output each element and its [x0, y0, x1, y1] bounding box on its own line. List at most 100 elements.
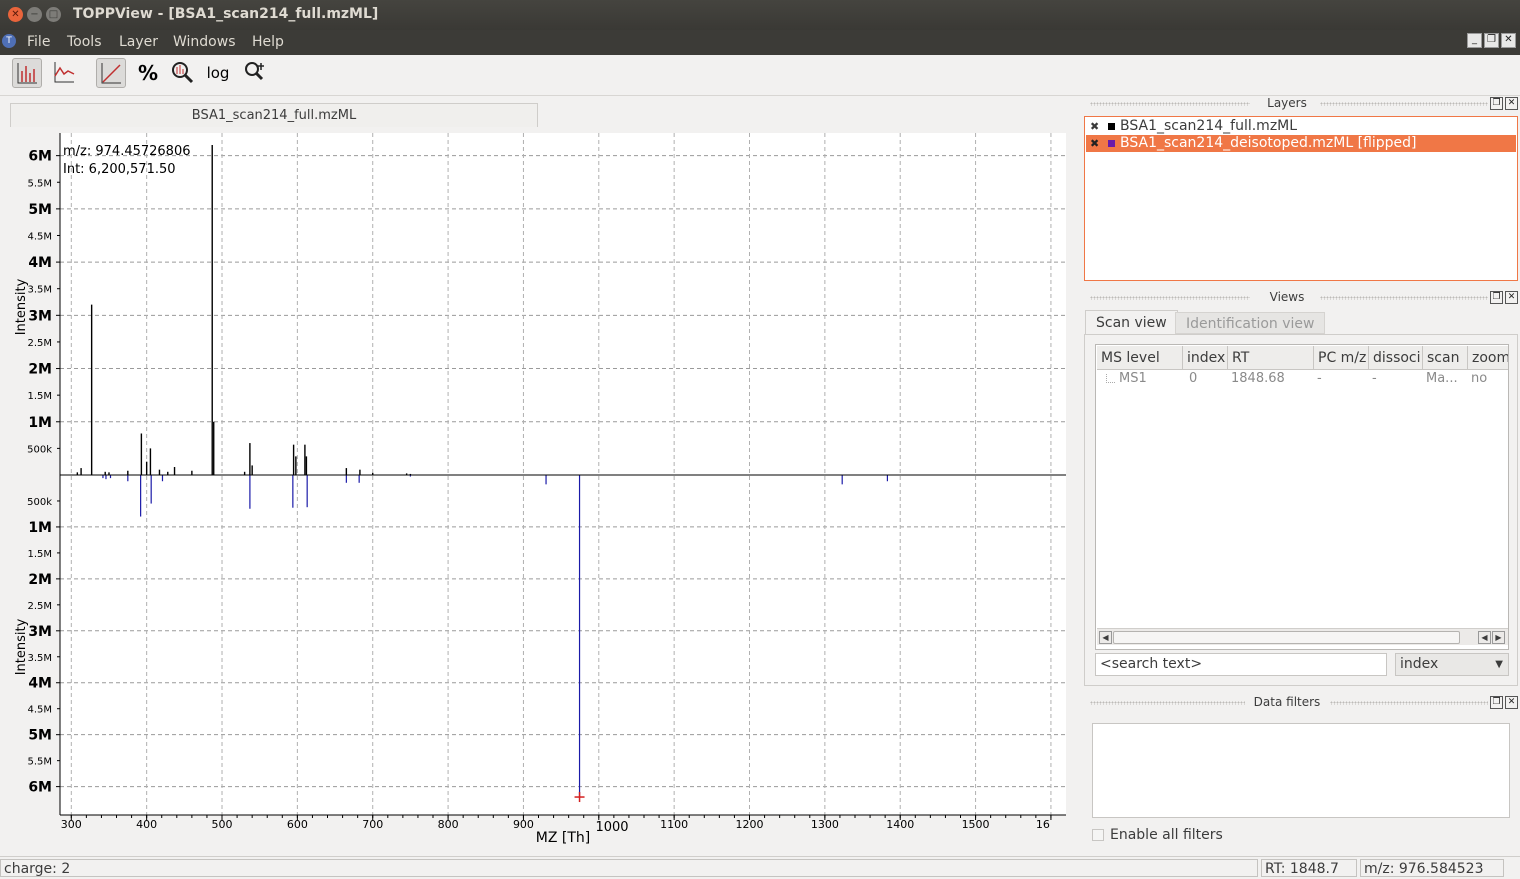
column-header-scan[interactable]: scan [1423, 346, 1468, 370]
peak-mode-button[interactable] [12, 58, 42, 88]
x-tick-label: 400 [136, 818, 157, 831]
y-minor-tick-label-bottom: 5.5M [27, 757, 52, 768]
document-tab[interactable]: BSA1_scan214_full.mzML [10, 103, 538, 128]
layer-visible-checkbox[interactable]: ✖ [1090, 135, 1099, 152]
cell-rt[interactable]: 1848.68 [1231, 371, 1285, 386]
menu-layer[interactable]: Layer [119, 34, 158, 50]
menu-help[interactable]: Help [252, 34, 284, 50]
filters-list[interactable] [1092, 723, 1510, 818]
x-axis-label: MZ [Th] [536, 830, 590, 846]
search-field-select[interactable]: index ▼ [1395, 653, 1509, 676]
x-tick-label: 500 [212, 818, 233, 831]
filters-panel-title: Data filters [1253, 695, 1321, 709]
scroll-left-arrow[interactable]: ◀ [1099, 631, 1112, 644]
y-minor-tick-label-bottom: 1.5M [27, 549, 52, 560]
tab-scan-view[interactable]: Scan view [1085, 310, 1178, 334]
y-tick-label-top: 5M [28, 202, 52, 218]
x-tick-label: 1300 [811, 818, 839, 831]
layers-float-button[interactable]: ❐ [1490, 97, 1503, 110]
status-message: charge: 2 [0, 859, 1258, 877]
enable-all-filters-checkbox[interactable] [1092, 829, 1104, 841]
x-axis: 300 400 500 600 700 800 900 1100 1200 1300 1400 150… [60, 814, 1066, 831]
y-minor-tick-label-top: 2.5M [27, 338, 52, 349]
align-spectra-icon [245, 62, 264, 81]
minimize-window-button[interactable]: − [27, 7, 42, 22]
scrollbar-thumb[interactable] [1113, 631, 1460, 644]
menu-windows[interactable]: Windows [173, 34, 236, 50]
views-float-button[interactable]: ❐ [1490, 291, 1503, 304]
snap-zoom-button[interactable] [167, 58, 197, 88]
column-header-ms-level[interactable]: MS level [1097, 346, 1183, 370]
search-field-value: index [1400, 656, 1439, 672]
column-header-dissociation[interactable]: dissoci [1369, 346, 1423, 370]
status-mz: m/z: 976.584523 [1360, 859, 1504, 877]
chevron-down-icon: ▼ [1495, 659, 1503, 670]
menu-bar: T File Tools Layer Windows Help _ ❐ ✕ [0, 30, 1520, 55]
y-tick-label-top: 1M [28, 415, 52, 431]
column-header-rt[interactable]: RT [1228, 346, 1314, 370]
layers-list[interactable]: ✖ BSA1_scan214_full.mzML ✖ BSA1_scan214_… [1084, 116, 1518, 281]
layers-close-button[interactable]: ✕ [1505, 97, 1518, 110]
percentage-button[interactable]: % [133, 58, 163, 88]
y-minor-tick-label-top: 5.5M [27, 178, 52, 189]
y-tick-label-bottom: 2M [28, 572, 52, 588]
log-intensity-button[interactable]: log [203, 58, 233, 88]
cell-zoom[interactable]: no [1471, 371, 1487, 386]
linear-intensity-button[interactable] [96, 58, 126, 88]
layer-visible-checkbox[interactable]: ✖ [1090, 118, 1099, 135]
views-panel-title: Views [1269, 290, 1305, 304]
y-tick-label-bottom: 5M [28, 728, 52, 744]
spectrum-canvas[interactable]: 6M 5M 4M 3M 2M 1M 5.5M 4.5M 3.5M 2.5M 1.5M 500k 6M 5… [10, 127, 1070, 857]
tab-identification-view[interactable]: Identification view [1175, 312, 1326, 334]
y-tick-label-bottom: 3M [28, 624, 52, 640]
raw-mode-button[interactable] [49, 58, 79, 88]
layer-color-swatch [1108, 123, 1115, 130]
search-input[interactable]: <search text> [1095, 653, 1387, 676]
linear-intensity-icon [101, 63, 121, 84]
layer-color-swatch [1108, 140, 1115, 147]
dock-grip [1090, 701, 1245, 705]
y-tick-label-top: 4M [28, 255, 52, 271]
plot-background [60, 133, 1066, 815]
column-header-index[interactable]: index [1183, 346, 1228, 370]
spectra-table[interactable]: MS level index RT PC m/z dissoci scan zo… [1095, 344, 1509, 650]
column-header-pc-mz[interactable]: PC m/z [1314, 346, 1369, 370]
cursor-mz-label: 1000 [595, 820, 628, 835]
horizontal-scrollbar[interactable]: ◀ ◀ ▶ [1097, 628, 1508, 645]
menu-file[interactable]: File [27, 34, 50, 50]
cell-index[interactable]: 0 [1189, 371, 1197, 386]
spectrum-plot[interactable]: 6M 5M 4M 3M 2M 1M 5.5M 4.5M 3.5M 2.5M 1.5M 500k 6M 5… [10, 127, 1070, 857]
layer-item[interactable]: ✖ BSA1_scan214_full.mzML [1086, 118, 1516, 135]
menu-tools[interactable]: Tools [67, 34, 102, 50]
layer-item-selected[interactable]: ✖ BSA1_scan214_deisotoped.mzML [flipped] [1086, 135, 1516, 152]
subwindow-restore-button[interactable]: ❐ [1484, 33, 1499, 48]
cell-dissociation[interactable]: - [1372, 371, 1377, 386]
tree-branch [1106, 374, 1115, 383]
views-close-button[interactable]: ✕ [1505, 291, 1518, 304]
column-header-zoom[interactable]: zoom [1468, 346, 1508, 370]
y-minor-tick-label-bottom: 3.5M [27, 653, 52, 664]
scroll-right-arrow[interactable]: ▶ [1492, 631, 1505, 644]
align-spectra-button[interactable] [240, 58, 270, 88]
x-tick-label: 1200 [736, 818, 764, 831]
cell-ms-level[interactable]: MS1 [1119, 371, 1147, 386]
window-title: TOPPView - [BSA1_scan214_full.mzML] [73, 6, 379, 22]
x-tick-label: 900 [513, 818, 534, 831]
y-tick-label-bottom: 4M [28, 676, 52, 692]
maximize-window-button[interactable]: □ [46, 7, 61, 22]
status-rt: RT: 1848.7 [1261, 859, 1357, 877]
subwindow-minimize-button[interactable]: _ [1467, 33, 1482, 48]
dock-grip [1330, 701, 1488, 705]
cell-scan[interactable]: Ma... [1426, 371, 1458, 386]
x-tick-label: 600 [287, 818, 308, 831]
filters-float-button[interactable]: ❐ [1490, 696, 1503, 709]
y-label-bottom: Intensity [14, 618, 29, 675]
subwindow-close-button[interactable]: ✕ [1501, 33, 1516, 48]
cell-pc-mz[interactable]: - [1317, 371, 1322, 386]
app-icon: T [2, 34, 16, 48]
close-window-button[interactable]: ✕ [8, 7, 23, 22]
tooltip-intensity: Int: 6,200,571.50 [63, 162, 176, 177]
filters-close-button[interactable]: ✕ [1505, 696, 1518, 709]
scroll-left-arrow[interactable]: ◀ [1478, 631, 1491, 644]
title-bar: ✕ − □ TOPPView - [BSA1_scan214_full.mzML… [0, 0, 1520, 30]
